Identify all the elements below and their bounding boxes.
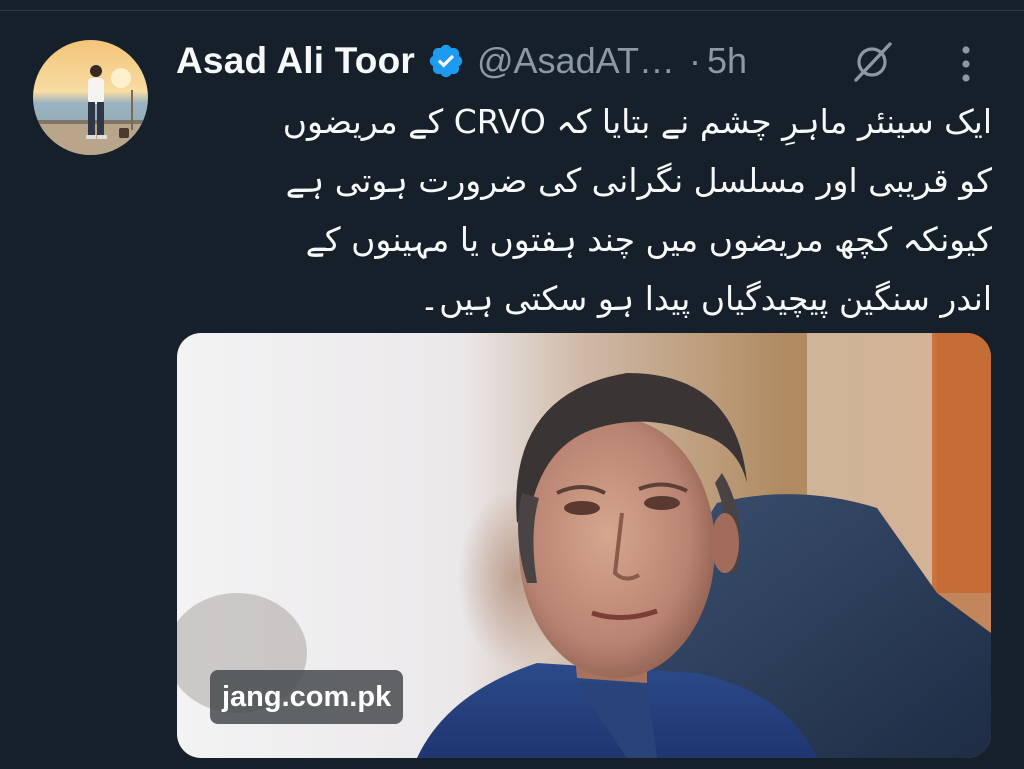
tweet-timestamp[interactable]: 5h — [707, 40, 747, 82]
tweet-text-line: اندر سنگین پیچیدگیاں پیدا ہو سکتی ہیں۔ — [419, 279, 992, 318]
media-source-badge[interactable]: jang.com.pk — [210, 670, 404, 724]
verified-badge-icon — [427, 42, 465, 80]
top-divider — [0, 10, 1024, 11]
tweet-page: Asad Ali Toor @AsadAT… · 5h ایک سینئر ما… — [0, 0, 1024, 769]
avatar-photo — [33, 40, 148, 155]
author-display-name[interactable]: Asad Ali Toor — [176, 40, 415, 82]
tweet-text-line: ایک سینئر ماہرِ چشم نے بتایا کہ CRVO کے … — [282, 102, 992, 141]
tweet-text-line: کیونکہ کچھ مریضوں میں چند ہفتوں یا مہینو… — [305, 220, 992, 259]
author-handle[interactable]: @AsadAT… — [477, 40, 675, 82]
tweet-header: Asad Ali Toor @AsadAT… · 5h — [176, 36, 747, 86]
tweet-text-line: کو قریبی اور مسلسل نگرانی کی ضرورت ہوتی … — [285, 161, 992, 200]
avatar[interactable] — [33, 40, 148, 155]
tweet-text: ایک سینئر ماہرِ چشم نے بتایا کہ CRVO کے … — [176, 92, 992, 328]
more-vertical-icon[interactable] — [950, 42, 982, 86]
header-separator: · — [688, 40, 701, 81]
grok-icon[interactable] — [848, 38, 896, 86]
